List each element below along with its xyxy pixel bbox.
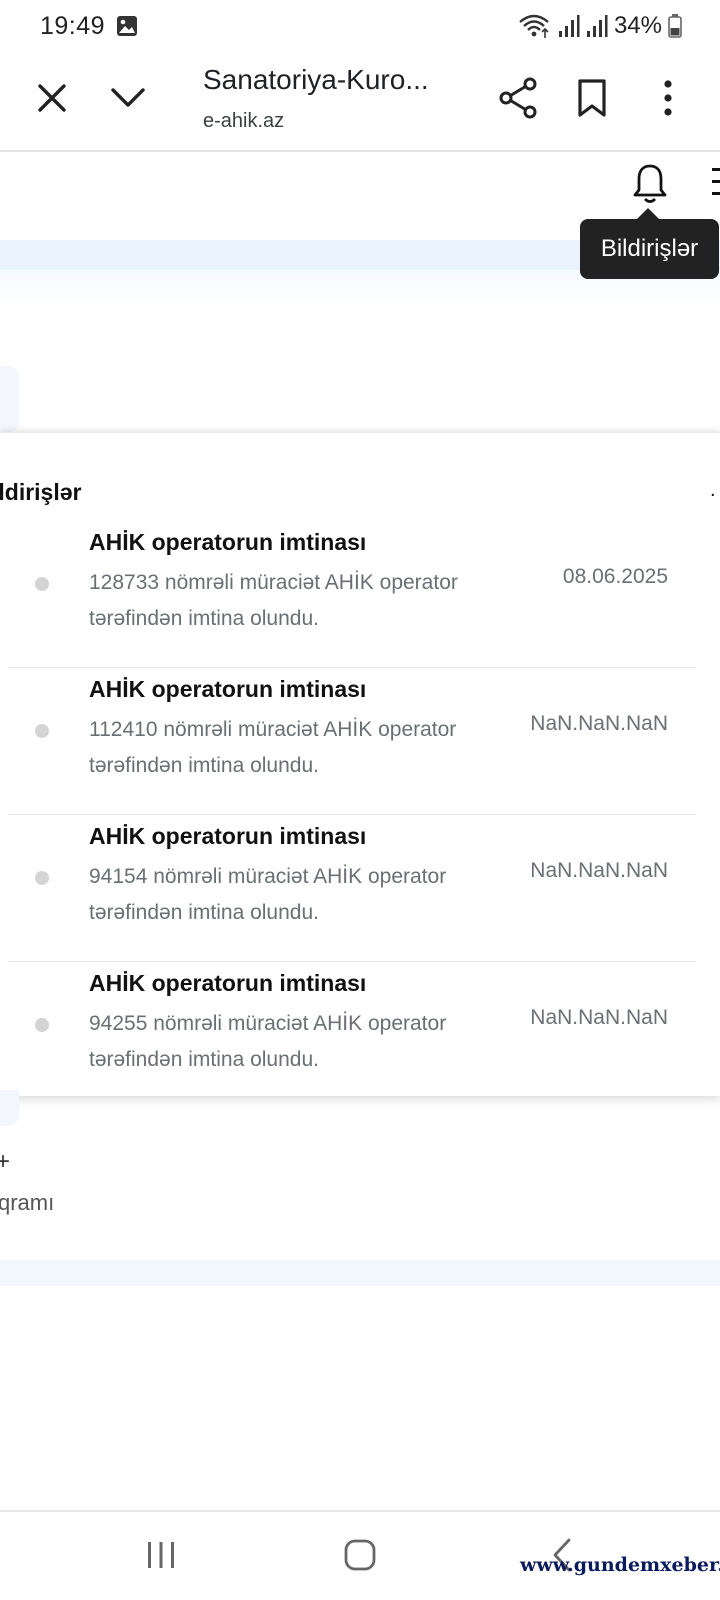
notification-text: 128733 nömrəli müraciət AHİK operator tə… [89,571,458,630]
page-card-edge [0,1090,19,1126]
share-icon[interactable] [497,76,539,120]
notification-title: AHİK operatorun imtinası [89,823,367,849]
notifications-more[interactable]: . [710,479,716,502]
page-program-text[interactable]: qramı [0,1190,54,1216]
notification-item[interactable]: AHİK operatorun imtinası 128733 nömrəli … [0,521,720,668]
notification-date: NaN.NaN.NaN [530,712,668,735]
signal-icon [558,15,580,37]
close-icon[interactable] [34,80,70,116]
page-title: Sanatoriya-Kuro... [203,64,429,95]
notification-text: 94154 nömrəli müraciət AHİK operator tər… [89,865,447,924]
status-bar: 19:49 34% [0,0,720,52]
notifications-list[interactable]: AHİK operatorun imtinası 128733 nömrəli … [0,521,720,1081]
notification-text: 112410 nömrəli müraciət AHİK operator tə… [89,718,457,777]
unread-dot-icon [35,724,49,738]
page-url[interactable]: e-ahik.az [203,110,284,133]
page-plus-text: + [0,1148,11,1175]
unread-dot-icon [35,1018,49,1032]
chevron-down-icon[interactable] [108,80,148,116]
watermark: www.gundemxeber.az [520,1554,720,1576]
notification-title: AHİK operatorun imtinası [89,970,367,996]
status-icons: 34% [518,12,682,40]
battery-icon [668,14,682,38]
notification-item[interactable]: AHİK operatorun imtinası 94154 nömrəli m… [0,815,720,962]
page-card-edge [0,366,19,432]
unread-dot-icon [35,871,49,885]
hamburger-icon[interactable] [708,162,720,202]
page-band [0,1260,720,1286]
notifications-heading: ildirişlər [0,479,82,505]
notification-date: NaN.NaN.NaN [530,859,668,882]
browser-toolbar: Sanatoriya-Kuro... e-ahik.az [0,52,720,152]
notification-date: NaN.NaN.NaN [530,1006,668,1029]
battery-percentage: 34% [613,12,662,39]
notification-text: 94255 nömrəli müraciət AHİK operator tər… [89,1012,447,1071]
bookmark-icon[interactable] [574,78,610,118]
notification-title: AHİK operatorun imtinası [89,676,367,702]
notifications-tooltip: Bildirişlər [580,219,719,279]
gallery-icon [117,16,137,36]
signal-icon [586,15,608,37]
bell-icon[interactable] [630,162,670,206]
more-vert-icon[interactable] [654,78,682,118]
notification-item[interactable]: AHİK operatorun imtinası 112410 nömrəli … [0,668,720,815]
status-time: 19:49 [40,12,106,40]
notification-title: AHİK operatorun imtinası [89,529,367,555]
wifi-icon [519,14,549,38]
unread-dot-icon [35,577,49,591]
recent-apps-icon[interactable] [146,1540,176,1570]
notification-item[interactable]: AHİK operatorun imtinası 94255 nömrəli m… [0,962,720,1081]
notification-date: 08.06.2025 [562,565,668,588]
notifications-panel: ildirişlər . AHİK operatorun imtinası 12… [0,432,720,1096]
home-icon[interactable] [344,1539,376,1571]
